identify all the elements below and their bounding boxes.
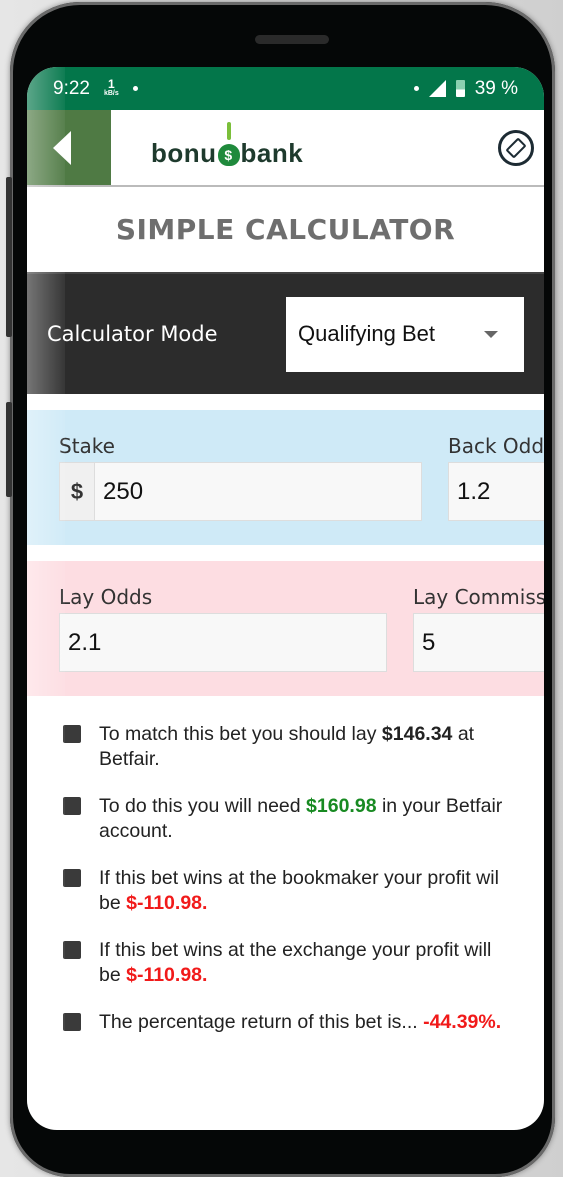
battery-icon [455, 80, 465, 97]
money-bag-icon: $ [217, 122, 240, 166]
calculator-mode-bar: Calculator Mode Qualifying Bet [27, 274, 544, 394]
lay-commission-label: Lay Commission [413, 585, 544, 609]
stake-field-group: Stake $ [59, 434, 422, 521]
square-bullet-icon [63, 1013, 81, 1031]
result-item: If this bet wins at the bookmaker your p… [63, 866, 504, 916]
eraser-icon [505, 136, 527, 159]
result-item: To do this you will need $160.98 in your… [63, 794, 504, 844]
lay-commission-input-wrap: % [413, 613, 544, 672]
back-odds-label: Back Odds [448, 434, 544, 458]
stake-label: Stake [59, 434, 115, 458]
network-speed-value: 1 [108, 76, 115, 91]
square-bullet-icon [63, 725, 81, 743]
network-speed: 1 kB/s [103, 76, 119, 98]
lay-commission-field-group: Lay Commission % [413, 585, 544, 672]
back-odds-input-wrap [448, 462, 544, 521]
result-text: To match this bet you should lay $146.34… [99, 722, 504, 772]
lay-bet-section: Lay Odds Lay Commission % [27, 561, 544, 696]
battery-percent: 39 % [474, 77, 518, 99]
page-title: SIMPLE CALCULATOR [115, 213, 456, 246]
result-text: To do this you will need $160.98 in your… [99, 794, 504, 844]
lay-odds-label: Lay Odds [59, 585, 153, 609]
clock: 9:22 [53, 77, 90, 99]
reset-button[interactable] [498, 129, 534, 166]
result-text-pre: To match this bet you should lay [99, 723, 382, 745]
liability-value: $160.98 [306, 795, 377, 817]
lay-odds-input[interactable] [60, 614, 386, 671]
calculator-mode-select[interactable]: Qualifying Bet [286, 296, 524, 372]
back-bet-section: Stake $ Back Odds [27, 410, 544, 545]
notification-dot-icon [413, 86, 419, 91]
calculator-mode-value: Qualifying Bet [298, 321, 435, 346]
power-button [6, 402, 12, 497]
lay-commission-input[interactable] [414, 614, 544, 671]
result-text-pre: The percentage return of this bet is... [99, 1011, 424, 1033]
screen: 9:22 1 kB/s 39 % bonu $ bank SIMPLE CALC… [27, 67, 544, 1130]
back-button[interactable] [27, 110, 111, 185]
exchange-profit-value: $-110.98. [126, 964, 208, 986]
result-text: The percentage return of this bet is... … [99, 1010, 501, 1035]
percentage-return-value: -44.39%. [423, 1011, 502, 1033]
result-item: The percentage return of this bet is... … [63, 1010, 504, 1035]
network-speed-unit: kB/s [103, 89, 119, 97]
result-item: If this bet wins at the exchange your pr… [63, 938, 504, 988]
logo-text-right: bank [240, 138, 304, 168]
volume-button [6, 177, 12, 337]
back-odds-input[interactable] [449, 463, 544, 520]
lay-odds-input-wrap [59, 613, 387, 672]
bookmaker-profit-value: $-110.98. [126, 892, 208, 914]
back-triangle-icon [53, 130, 71, 165]
logo-text-left: bonu [151, 138, 217, 168]
result-item: To match this bet you should lay $146.34… [63, 722, 504, 772]
stake-input-wrap: $ [59, 462, 422, 521]
result-text: If this bet wins at the exchange your pr… [99, 938, 504, 988]
square-bullet-icon [63, 941, 81, 959]
stake-input[interactable] [95, 463, 421, 520]
dollar-prefix: $ [60, 463, 95, 520]
chevron-down-icon [484, 330, 498, 338]
result-text: If this bet wins at the bookmaker your p… [99, 866, 504, 916]
lay-stake-value: $146.34 [381, 723, 453, 745]
calculator-mode-label: Calculator Mode [47, 322, 218, 346]
cell-signal-icon [428, 80, 446, 97]
square-bullet-icon [63, 797, 81, 815]
earpiece-speaker [255, 35, 329, 44]
square-bullet-icon [63, 869, 81, 887]
results-list: To match this bet you should lay $146.34… [27, 696, 544, 1035]
app-bar: bonu $ bank [27, 110, 544, 187]
page-header: SIMPLE CALCULATOR [27, 187, 544, 274]
result-text-pre: To do this you will need [99, 795, 307, 817]
back-odds-field-group: Back Odds [448, 434, 544, 521]
notification-dot-icon [132, 86, 138, 91]
lay-odds-field-group: Lay Odds [59, 585, 387, 672]
bonusbank-logo: bonu $ bank [151, 122, 304, 169]
status-bar: 9:22 1 kB/s 39 % [27, 67, 544, 110]
